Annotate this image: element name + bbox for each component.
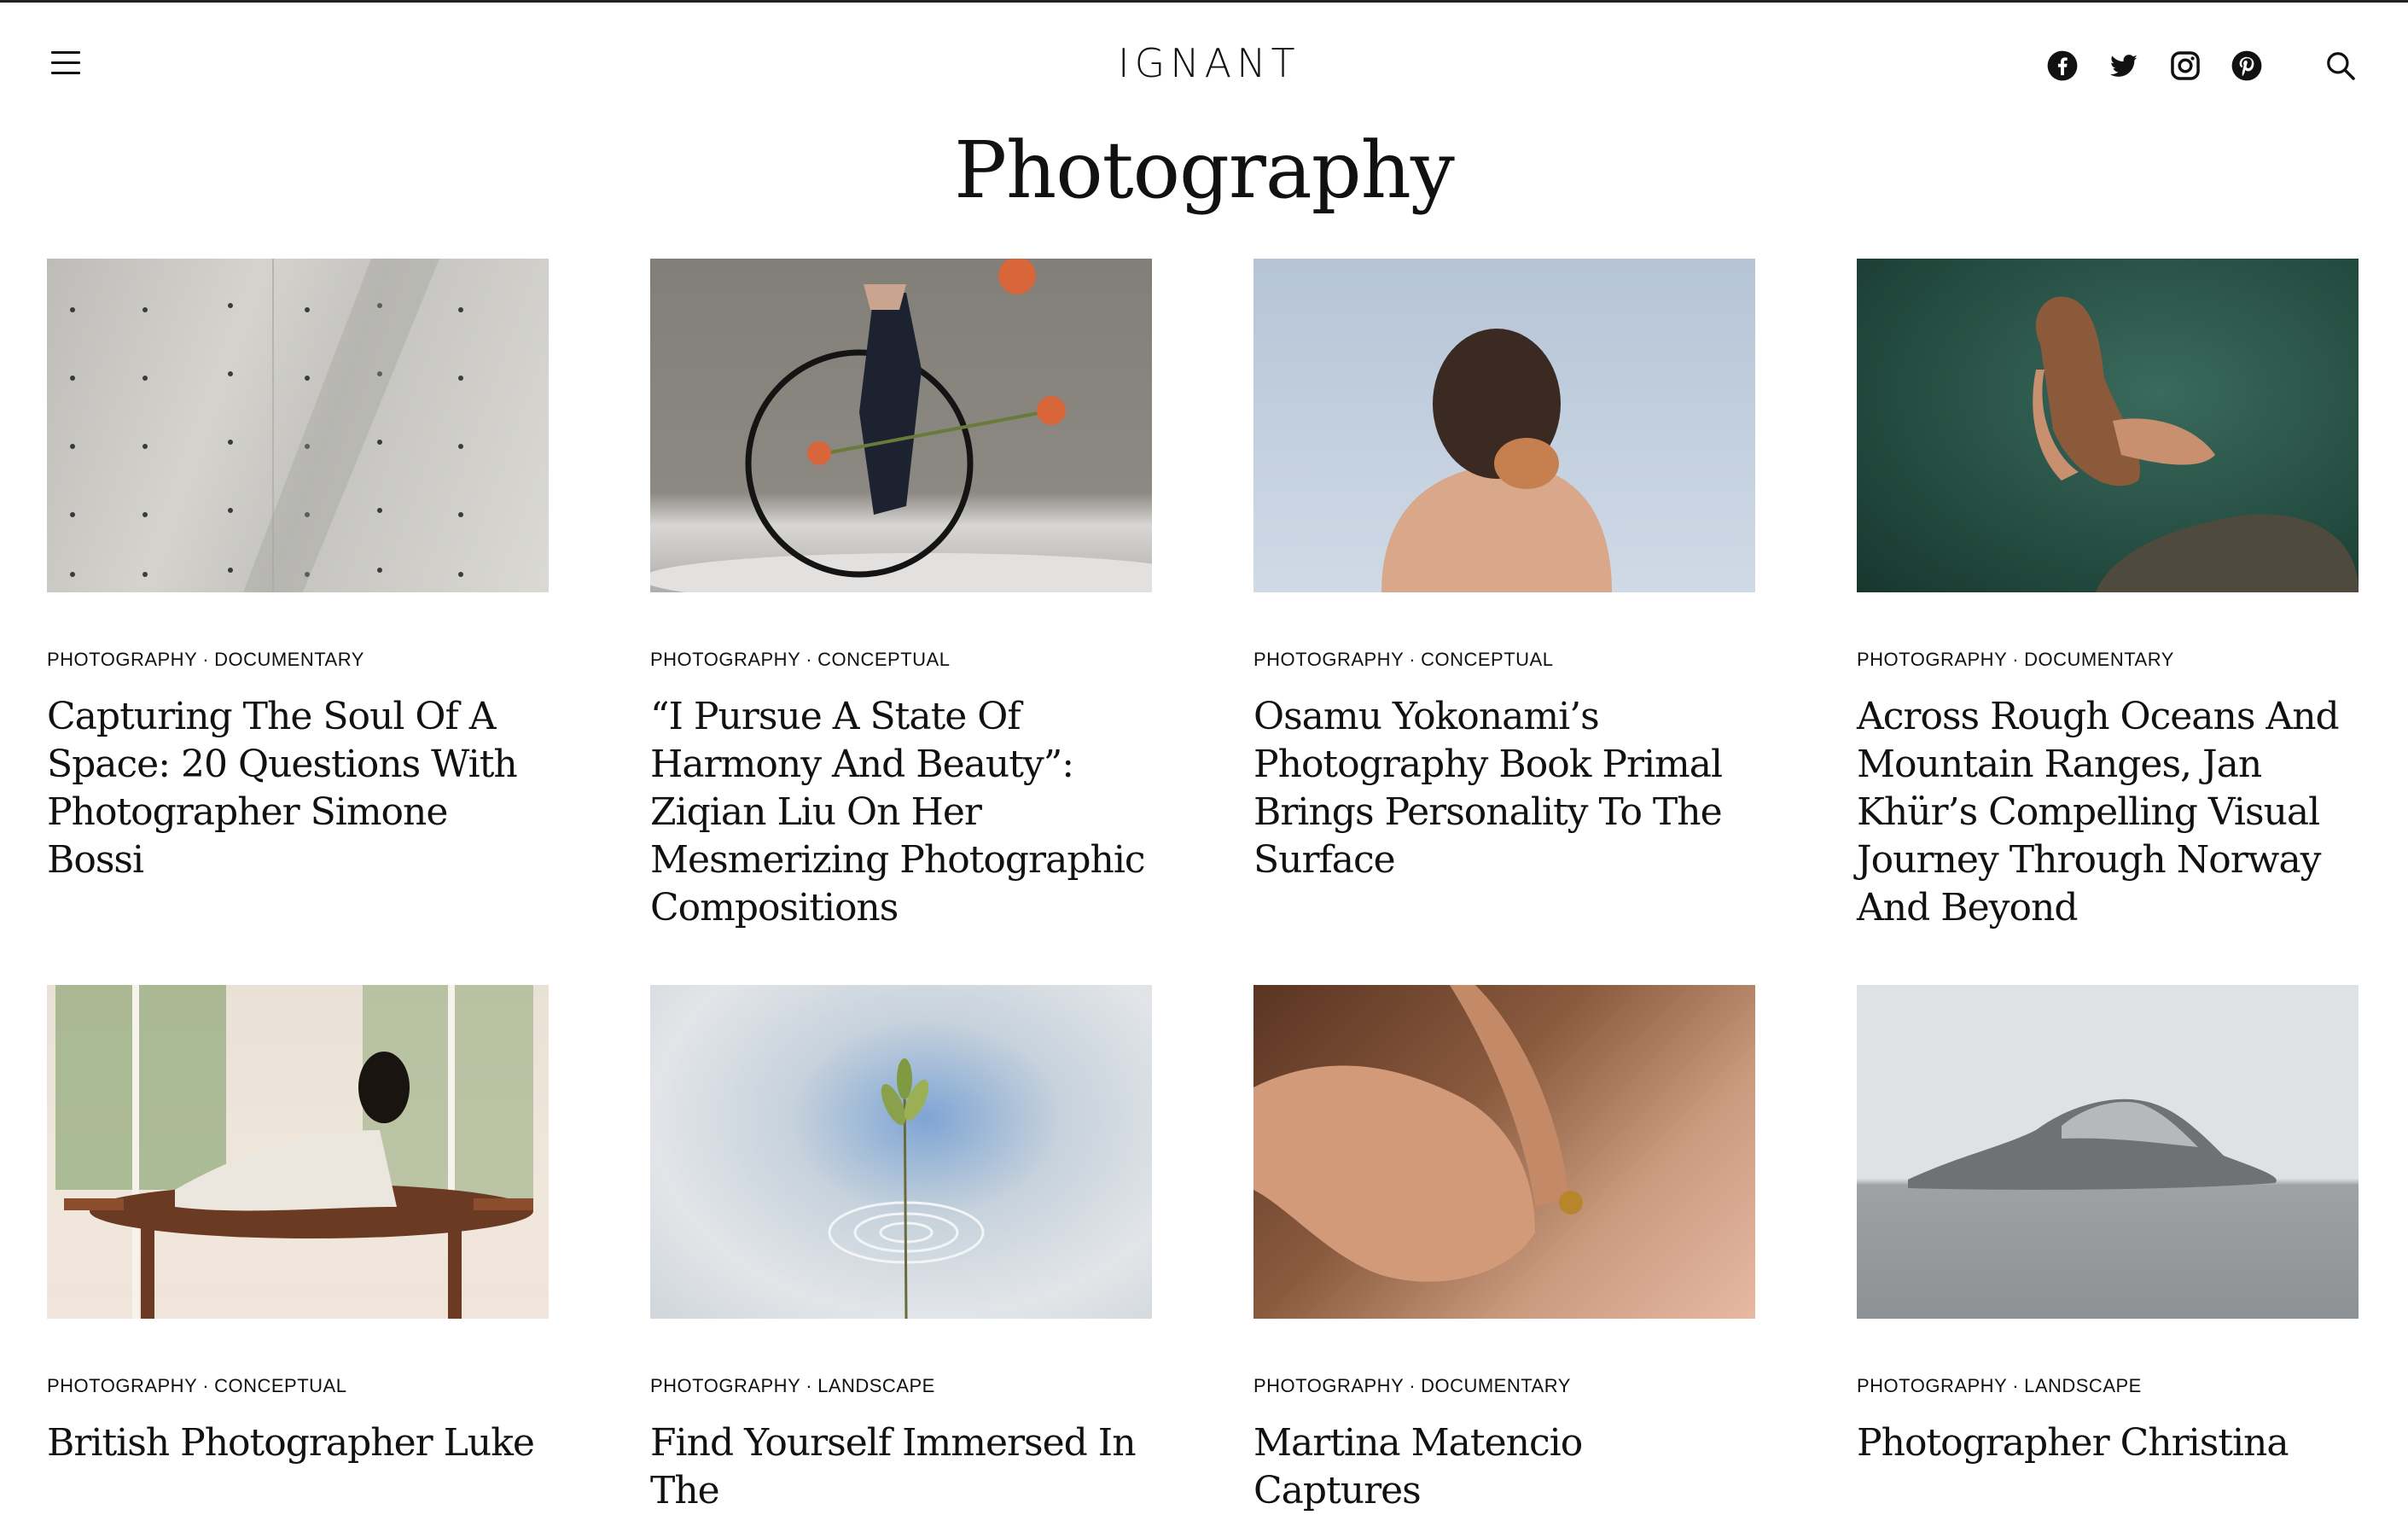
- article-thumbnail[interactable]: [47, 259, 549, 592]
- category-link[interactable]: PHOTOGRAPHY: [650, 649, 800, 670]
- hamburger-menu-icon[interactable]: [51, 51, 82, 79]
- article-thumbnail[interactable]: [47, 985, 549, 1319]
- article-card: PHOTOGRAPHY · LANDSCAPE Photographer Chris…: [1857, 985, 2359, 1467]
- category-link[interactable]: PHOTOGRAPHY: [1857, 649, 2007, 670]
- subcategory-link[interactable]: CONCEPTUAL: [214, 1375, 346, 1396]
- article-categories: PHOTOGRAPHY · CONCEPTUAL: [650, 647, 1152, 673]
- category-separator: ·: [1409, 1375, 1416, 1396]
- article-thumbnail[interactable]: [650, 259, 1152, 592]
- article-categories: PHOTOGRAPHY · DOCUMENTARY: [1253, 1373, 1755, 1399]
- category-separator: ·: [202, 1375, 210, 1396]
- category-link[interactable]: PHOTOGRAPHY: [650, 1375, 800, 1396]
- page-title: Photography: [954, 125, 1455, 216]
- article-card: PHOTOGRAPHY · DOCUMENTARY Capturing The So…: [47, 259, 549, 884]
- search-icon[interactable]: [2324, 50, 2357, 82]
- article-categories: PHOTOGRAPHY · LANDSCAPE: [650, 1373, 1152, 1399]
- article-card: PHOTOGRAPHY · LANDSCAPE Find Yourself Imme…: [650, 985, 1152, 1515]
- category-link[interactable]: PHOTOGRAPHY: [1253, 649, 1404, 670]
- article-categories: PHOTOGRAPHY · DOCUMENTARY: [47, 647, 549, 673]
- category-link[interactable]: PHOTOGRAPHY: [1253, 1375, 1404, 1396]
- article-categories: PHOTOGRAPHY · DOCUMENTARY: [1857, 647, 2359, 673]
- pinterest-icon[interactable]: [2231, 50, 2263, 82]
- article-thumbnail[interactable]: [1253, 259, 1755, 592]
- article-card: PHOTOGRAPHY · CONCEPTUAL Osamu Yokonami’s …: [1253, 259, 1755, 884]
- subcategory-link[interactable]: DOCUMENTARY: [214, 649, 364, 670]
- category-separator: ·: [1409, 649, 1416, 670]
- facebook-icon[interactable]: [2046, 50, 2079, 82]
- subcategory-link[interactable]: DOCUMENTARY: [1421, 1375, 1571, 1396]
- article-categories: PHOTOGRAPHY · LANDSCAPE: [1857, 1373, 2359, 1399]
- article-card: PHOTOGRAPHY · DOCUMENTARY Martina Matencio…: [1253, 985, 1755, 1515]
- article-thumbnail[interactable]: [1857, 259, 2359, 592]
- category-separator: ·: [806, 649, 813, 670]
- article-categories: PHOTOGRAPHY · CONCEPTUAL: [1253, 647, 1755, 673]
- subcategory-link[interactable]: CONCEPTUAL: [817, 649, 950, 670]
- instagram-icon[interactable]: [2169, 50, 2202, 82]
- article-thumbnail[interactable]: [650, 985, 1152, 1319]
- article-title[interactable]: British Photographer Luke: [47, 1419, 549, 1467]
- subcategory-link[interactable]: LANDSCAPE: [817, 1375, 935, 1396]
- category-link[interactable]: PHOTOGRAPHY: [47, 649, 197, 670]
- article-card: PHOTOGRAPHY · CONCEPTUAL British Photograp…: [47, 985, 549, 1467]
- category-link[interactable]: PHOTOGRAPHY: [47, 1375, 197, 1396]
- article-title[interactable]: Capturing The Soul Of A Space: 20 Questi…: [47, 693, 549, 884]
- category-separator: ·: [2012, 649, 2020, 670]
- article-title[interactable]: Osamu Yokonami’s Photography Book Primal…: [1253, 693, 1755, 884]
- article-card: PHOTOGRAPHY · DOCUMENTARY Across Rough Oce…: [1857, 259, 2359, 932]
- social-links: [2046, 50, 2292, 82]
- article-title[interactable]: Find Yourself Immersed In The: [650, 1419, 1152, 1515]
- article-categories: PHOTOGRAPHY · CONCEPTUAL: [47, 1373, 549, 1399]
- article-title[interactable]: “I Pursue A State Of Harmony And Beauty”…: [650, 693, 1152, 932]
- article-thumbnail[interactable]: [1253, 985, 1755, 1319]
- category-separator: ·: [2012, 1375, 2020, 1396]
- article-title[interactable]: Across Rough Oceans And Mountain Ranges,…: [1857, 693, 2359, 932]
- article-card: PHOTOGRAPHY · CONCEPTUAL “I Pursue A State…: [650, 259, 1152, 932]
- article-title[interactable]: Photographer Christina: [1857, 1419, 2359, 1467]
- category-separator: ·: [202, 649, 210, 670]
- category-link[interactable]: PHOTOGRAPHY: [1857, 1375, 2007, 1396]
- subcategory-link[interactable]: LANDSCAPE: [2024, 1375, 2142, 1396]
- category-separator: ·: [806, 1375, 813, 1396]
- subcategory-link[interactable]: CONCEPTUAL: [1421, 649, 1553, 670]
- article-thumbnail[interactable]: [1857, 985, 2359, 1319]
- site-logo[interactable]: IGNANT: [1118, 38, 1295, 89]
- site-header: IGNANT: [0, 0, 2408, 128]
- twitter-icon[interactable]: [2108, 50, 2140, 82]
- subcategory-link[interactable]: DOCUMENTARY: [2024, 649, 2174, 670]
- article-title[interactable]: Martina Matencio Captures: [1253, 1419, 1755, 1515]
